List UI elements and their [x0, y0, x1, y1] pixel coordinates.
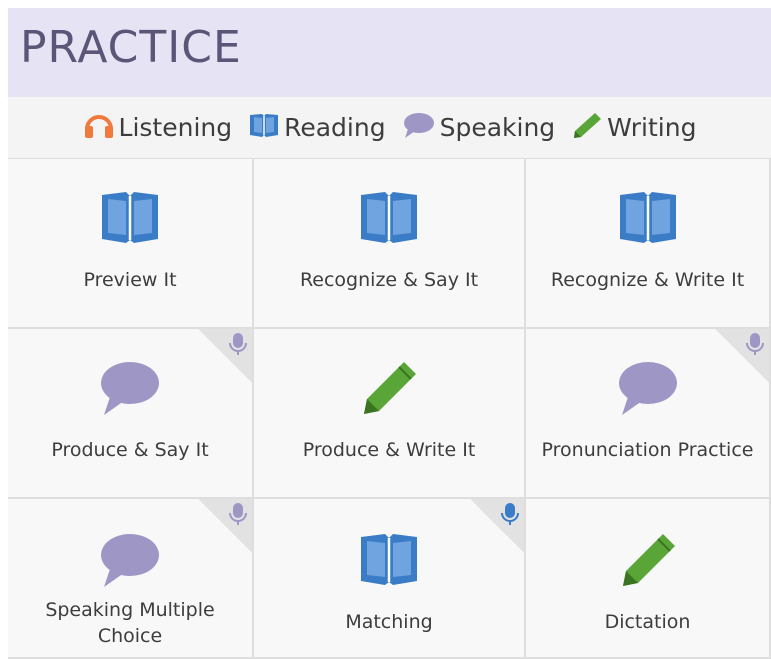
legend-label: Speaking	[439, 113, 556, 142]
book-icon	[358, 189, 420, 251]
speech-bubble-icon	[98, 531, 162, 593]
page-title: PRACTICE	[20, 22, 242, 73]
activity-tile[interactable]: Recognize & Say It	[254, 159, 526, 329]
activity-tile[interactable]: Speaking Multiple Choice	[8, 499, 254, 659]
activity-tile[interactable]: Pronunciation Practice	[526, 329, 771, 499]
legend-speaking: Speaking	[402, 111, 556, 145]
legend-label: Writing	[607, 113, 697, 142]
speech-bubble-icon	[402, 111, 440, 145]
activity-label: Produce & Write It	[302, 439, 476, 461]
mic-badge	[198, 499, 252, 553]
legend-label: Reading	[284, 113, 386, 142]
book-icon	[99, 189, 161, 251]
activity-label: Recognize & Write It	[550, 269, 745, 291]
mic-badge	[198, 329, 252, 383]
activity-tile[interactable]: Produce & Write It	[254, 329, 526, 499]
activity-tile[interactable]: Dictation	[526, 499, 771, 659]
activity-label: Speaking Multiple Choice	[45, 599, 215, 647]
activity-label: Matching	[345, 611, 433, 633]
legend-writing: Writing	[571, 111, 696, 145]
activity-tile[interactable]: Preview It	[8, 159, 254, 329]
legend-reading: Reading	[248, 111, 386, 145]
book-icon	[358, 531, 420, 593]
book-icon	[617, 189, 679, 251]
activity-tile[interactable]: Recognize & Write It	[526, 159, 771, 329]
activity-label: Preview It	[83, 269, 177, 291]
speech-bubble-icon	[616, 359, 680, 421]
pencil-icon	[359, 359, 419, 421]
skill-legend: Listening Reading Speaking Writing	[8, 97, 771, 159]
microphone-icon	[501, 502, 519, 530]
microphone-icon	[229, 502, 247, 530]
book-icon	[248, 111, 284, 145]
legend-listening: Listening	[83, 111, 233, 145]
activity-tile[interactable]: Produce & Say It	[8, 329, 254, 499]
activity-label: Dictation	[604, 611, 691, 633]
activity-tile[interactable]: Matching	[254, 499, 526, 659]
activity-label: Pronunciation Practice	[541, 439, 754, 461]
mic-badge	[470, 499, 524, 553]
practice-header: PRACTICE	[8, 8, 771, 97]
pencil-icon	[618, 531, 678, 593]
activity-grid: Preview It Recognize & Say It Recognize & …	[8, 159, 771, 659]
legend-label: Listening	[118, 113, 233, 142]
mic-badge	[715, 329, 769, 383]
activity-label: Recognize & Say It	[299, 269, 479, 291]
activity-label: Produce & Say It	[51, 439, 209, 461]
speech-bubble-icon	[98, 359, 162, 421]
microphone-icon	[229, 332, 247, 360]
headphones-icon	[83, 111, 119, 145]
microphone-icon	[746, 332, 764, 360]
pencil-icon	[571, 111, 607, 145]
